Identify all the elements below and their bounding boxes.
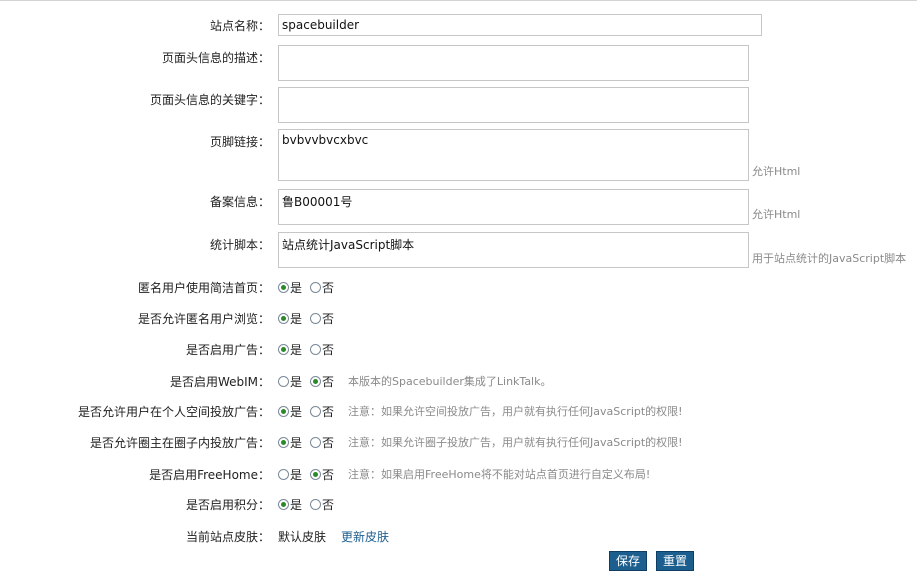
enable-webim-yes-radio[interactable] <box>278 375 289 387</box>
icp-record-textarea[interactable]: 鲁B00001号 <box>278 189 749 225</box>
enable-points-yes-radio[interactable] <box>278 498 289 510</box>
enable-ads-label: 是否启用广告： <box>185 343 270 357</box>
allow-group-owner-ads-yes-radio[interactable] <box>278 436 289 448</box>
allow-user-space-ads-options: 是 否 注意：如果允许空间投放广告，用户就有执行任何JavaScript的权限! <box>278 403 683 419</box>
allow-user-space-ads-no-label: 否 <box>322 404 335 419</box>
allow-group-owner-ads-note: 注意：如果允许圈子投放广告，用户就有执行任何JavaScript的权限! <box>348 436 683 449</box>
row-allow-user-space-ads: 是否允许用户在个人空间投放广告： 是 否 注意：如果允许空间投放广告，用户就有执… <box>0 403 917 420</box>
meta-keywords-textarea[interactable] <box>278 87 749 123</box>
enable-webim-note: 本版本的Spacebuilder集成了LinkTalk。 <box>348 375 552 388</box>
enable-points-yes-label: 是 <box>290 497 303 512</box>
enable-points-no-label: 否 <box>322 497 335 512</box>
row-enable-freehome: 是否启用FreeHome： 是 否 注意：如果启用FreeHome将不能对站点首… <box>0 466 917 483</box>
enable-webim-no-label: 否 <box>322 374 335 389</box>
enable-freehome-options: 是 否 注意：如果启用FreeHome将不能对站点首页进行自定义布局! <box>278 466 650 482</box>
enable-freehome-note: 注意：如果启用FreeHome将不能对站点首页进行自定义布局! <box>348 468 651 481</box>
enable-webim-label: 是否启用WebIM： <box>169 375 270 389</box>
anonymous-simple-home-no-radio[interactable] <box>310 281 322 293</box>
anonymous-simple-home-yes-label: 是 <box>290 280 303 295</box>
enable-ads-no-label: 否 <box>322 342 335 357</box>
allow-group-owner-ads-options: 是 否 注意：如果允许圈子投放广告，用户就有执行任何JavaScript的权限! <box>278 434 683 450</box>
site-name-label: 站点名称： <box>209 19 270 33</box>
enable-freehome-no-radio[interactable] <box>310 468 322 480</box>
allow-user-space-ads-note: 注意：如果允许空间投放广告，用户就有执行任何JavaScript的权限! <box>348 405 683 418</box>
footer-links-textarea[interactable]: bvbvvbvcxbvc <box>278 129 749 181</box>
allow-user-space-ads-label: 是否允许用户在个人空间投放广告： <box>77 405 270 419</box>
row-enable-ads: 是否启用广告： 是 否 <box>0 341 917 358</box>
change-skin-link[interactable]: 更新皮肤 <box>341 528 389 545</box>
allow-anonymous-browse-no-label: 否 <box>322 311 335 326</box>
enable-freehome-yes-label: 是 <box>290 467 303 482</box>
save-button[interactable]: 保存 <box>609 551 648 571</box>
reset-button[interactable]: 重置 <box>656 551 695 571</box>
enable-webim-yes-label: 是 <box>290 374 303 389</box>
anonymous-simple-home-yes-radio[interactable] <box>278 281 289 293</box>
allow-group-owner-ads-label: 是否允许圈主在圈子内投放广告： <box>89 436 270 450</box>
row-allow-group-owner-ads: 是否允许圈主在圈子内投放广告： 是 否 注意：如果允许圈子投放广告，用户就有执行… <box>0 434 917 451</box>
enable-points-label: 是否启用积分： <box>185 498 270 512</box>
current-skin-label: 当前站点皮肤： <box>185 530 270 544</box>
row-allow-anonymous-browse: 是否允许匿名用户浏览： 是 否 <box>0 310 917 327</box>
enable-webim-no-radio[interactable] <box>310 375 322 387</box>
enable-ads-yes-label: 是 <box>290 342 303 357</box>
enable-freehome-no-label: 否 <box>322 467 335 482</box>
row-enable-webim: 是否启用WebIM： 是 否 本版本的Spacebuilder集成了LinkTa… <box>0 373 917 390</box>
enable-freehome-yes-radio[interactable] <box>278 468 289 480</box>
enable-ads-options: 是 否 <box>278 341 342 357</box>
icp-record-hint: 允许Html <box>752 208 801 221</box>
stats-script-label: 统计脚本： <box>209 238 270 252</box>
row-enable-points: 是否启用积分： 是 否 <box>0 496 917 513</box>
row-current-skin: 当前站点皮肤： 默认皮肤 更新皮肤 <box>0 528 917 544</box>
allow-user-space-ads-no-radio[interactable] <box>310 405 322 417</box>
meta-description-textarea[interactable] <box>278 45 749 81</box>
meta-keywords-label: 页面头信息的关键字： <box>149 93 270 107</box>
enable-webim-options: 是 否 本版本的Spacebuilder集成了LinkTalk。 <box>278 373 551 389</box>
allow-anonymous-browse-yes-label: 是 <box>290 311 303 326</box>
enable-ads-yes-radio[interactable] <box>278 343 289 355</box>
anonymous-simple-home-label: 匿名用户使用简洁首页： <box>137 281 270 295</box>
site-name-input[interactable] <box>278 14 762 36</box>
row-anonymous-simple-home: 匿名用户使用简洁首页： 是 否 <box>0 279 917 296</box>
allow-user-space-ads-yes-radio[interactable] <box>278 405 289 417</box>
current-skin-value: 默认皮肤 <box>278 530 327 544</box>
footer-links-label: 页脚链接： <box>209 135 270 149</box>
anonymous-simple-home-options: 是 否 <box>278 279 342 295</box>
allow-group-owner-ads-yes-label: 是 <box>290 435 303 450</box>
allow-group-owner-ads-no-label: 否 <box>322 435 335 450</box>
enable-points-options: 是 否 <box>278 496 342 512</box>
allow-group-owner-ads-no-radio[interactable] <box>310 436 322 448</box>
footer-links-hint: 允许Html <box>752 165 801 178</box>
meta-description-label: 页面头信息的描述： <box>161 51 270 65</box>
enable-ads-no-radio[interactable] <box>310 343 322 355</box>
enable-freehome-label: 是否启用FreeHome： <box>149 468 270 482</box>
allow-anonymous-browse-yes-radio[interactable] <box>278 312 289 324</box>
anonymous-simple-home-no-label: 否 <box>322 280 335 295</box>
allow-anonymous-browse-no-radio[interactable] <box>310 312 322 324</box>
enable-points-no-radio[interactable] <box>310 498 322 510</box>
allow-user-space-ads-yes-label: 是 <box>290 404 303 419</box>
icp-record-label: 备案信息： <box>209 195 270 209</box>
allow-anonymous-browse-label: 是否允许匿名用户浏览： <box>137 312 270 326</box>
top-divider <box>0 0 917 1</box>
stats-script-textarea[interactable]: 站点统计JavaScript脚本 <box>278 232 749 268</box>
stats-script-hint: 用于站点统计的JavaScript脚本 <box>752 252 907 265</box>
allow-anonymous-browse-options: 是 否 <box>278 310 342 326</box>
